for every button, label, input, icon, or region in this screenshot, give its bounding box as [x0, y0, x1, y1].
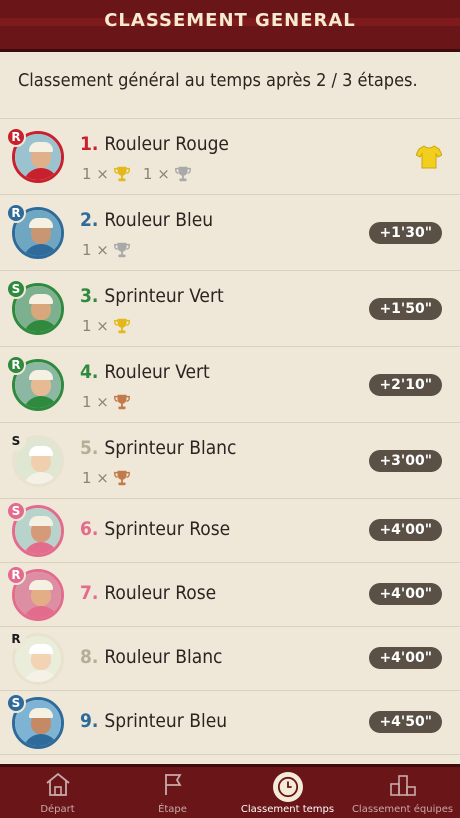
rider-type-badge: S	[6, 693, 26, 713]
trophy-list: 1 ×	[82, 469, 131, 487]
silver-trophy-icon	[113, 242, 130, 258]
tab-label: Classement équipes	[351, 804, 454, 815]
podium-icon	[389, 771, 417, 804]
trophy-count: 1 ×	[82, 317, 131, 335]
rider-type-badge: R	[6, 565, 26, 585]
rider-name: Rouleur Rose	[104, 582, 217, 604]
rider-rank-name: 3. Sprinteur Vert	[80, 285, 224, 307]
ranking-row[interactable]: R 1. Rouleur Rouge 1 × 1 ×	[0, 119, 460, 195]
rider-type-badge: R	[6, 629, 26, 649]
trophy-count-label: 1 ×	[82, 469, 109, 487]
rider-rank-name: 8. Rouleur Blanc	[80, 646, 222, 668]
rank-number: 5.	[80, 437, 99, 459]
tab-flag[interactable]: Étape	[115, 767, 230, 818]
rider-name: Rouleur Rouge	[104, 133, 229, 155]
rider-name: Sprinteur Blanc	[104, 437, 237, 459]
rank-number: 2.	[80, 209, 99, 231]
rider-name: Sprinteur Rose	[104, 518, 231, 540]
page-title: CLASSEMENT GENERAL	[104, 10, 356, 31]
rank-number: 4.	[80, 361, 99, 383]
ranking-subtitle: Classement général au temps après 2 / 3 …	[18, 70, 418, 91]
ranking-row[interactable]: R 2. Rouleur Bleu 1 × +1'30"	[0, 195, 460, 271]
rank-number: 8.	[80, 646, 99, 668]
time-gap-badge: +1'30"	[369, 222, 442, 244]
rider-name: Rouleur Vert	[104, 361, 210, 383]
trophy-count: 1 ×	[82, 165, 131, 183]
rank-number: 1.	[80, 133, 99, 155]
time-gap-badge: +2'10"	[369, 374, 442, 396]
rank-number: 7.	[80, 582, 99, 604]
time-gap-badge: +3'00"	[369, 450, 442, 472]
rider-type-badge: R	[6, 203, 26, 223]
gold-trophy-icon	[113, 318, 130, 334]
trophy-count-label: 1 ×	[82, 393, 109, 411]
ranking-row[interactable]: R 4. Rouleur Vert 1 × +2'10"	[0, 347, 460, 423]
rider-type-badge: S	[6, 279, 26, 299]
trophy-count-label: 1 ×	[82, 317, 109, 335]
rider-name: Rouleur Blanc	[104, 646, 223, 668]
time-gap-badge: +4'00"	[369, 583, 442, 605]
tab-bar: Départ Étape Classement temps Classement éq…	[0, 764, 460, 818]
ranking-row[interactable]: S 9. Sprinteur Bleu +4'50"	[0, 691, 460, 755]
time-gap-badge: +4'50"	[369, 711, 442, 733]
rank-number: 9.	[80, 710, 99, 732]
trophy-count-label: 1 ×	[82, 165, 109, 183]
trophy-count: 1 ×	[143, 165, 192, 183]
ranking-row[interactable]: R 7. Rouleur Rose +4'00"	[0, 563, 460, 627]
trophy-count-label: 1 ×	[82, 241, 109, 259]
rider-name: Sprinteur Vert	[104, 285, 224, 307]
yellow-jersey-icon	[416, 145, 442, 169]
time-gap-badge: +4'00"	[369, 519, 442, 541]
rider-rank-name: 2. Rouleur Bleu	[80, 209, 213, 231]
home-icon	[44, 771, 72, 804]
trophy-list: 1 ×	[82, 241, 131, 259]
rider-rank-name: 4. Rouleur Vert	[80, 361, 210, 383]
bronze-trophy-icon	[113, 394, 130, 410]
bronze-trophy-icon	[113, 470, 130, 486]
rider-rank-name: 1. Rouleur Rouge	[80, 133, 229, 155]
rider-rank-name: 9. Sprinteur Bleu	[80, 710, 227, 732]
trophy-count: 1 ×	[82, 393, 131, 411]
header-bar: CLASSEMENT GENERAL	[0, 0, 460, 52]
time-gap-badge: +4'00"	[369, 647, 442, 669]
ranking-row[interactable]: S 6. Sprinteur Rose +4'00"	[0, 499, 460, 563]
rider-name: Rouleur Bleu	[104, 209, 214, 231]
rank-number: 6.	[80, 518, 99, 540]
rider-type-badge: R	[6, 355, 26, 375]
ranking-row[interactable]: R 8. Rouleur Blanc +4'00"	[0, 627, 460, 691]
tab-label: Classement temps	[240, 804, 335, 815]
flag-icon	[159, 771, 187, 804]
tab-home[interactable]: Départ	[0, 767, 115, 818]
tab-label: Départ	[40, 804, 75, 815]
trophy-list: 1 ×	[82, 317, 131, 335]
tab-label: Étape	[158, 804, 187, 815]
trophy-list: 1 × 1 ×	[82, 165, 192, 183]
ranking-row[interactable]: S 3. Sprinteur Vert 1 × +1'50"	[0, 271, 460, 347]
ranking-row[interactable]: S 5. Sprinteur Blanc 1 × +3'00"	[0, 423, 460, 499]
clock-icon	[272, 772, 303, 802]
rider-rank-name: 6. Sprinteur Rose	[80, 518, 230, 540]
trophy-list: 1 ×	[82, 393, 131, 411]
time-gap-badge: +1'50"	[369, 298, 442, 320]
gold-trophy-icon	[113, 166, 130, 182]
tab-clock[interactable]: Classement temps	[230, 767, 345, 818]
silver-trophy-icon	[174, 166, 191, 182]
rider-rank-name: 5. Sprinteur Blanc	[80, 437, 236, 459]
rank-number: 3.	[80, 285, 99, 307]
rider-name: Sprinteur Bleu	[104, 710, 228, 732]
trophy-count-label: 1 ×	[142, 165, 170, 183]
tab-podium[interactable]: Classement équipes	[345, 767, 460, 818]
rider-type-badge: R	[6, 127, 26, 147]
trophy-count: 1 ×	[82, 469, 131, 487]
ranking-list[interactable]: R 1. Rouleur Rouge 1 × 1 × R 2. Rouleur Bl…	[0, 118, 460, 764]
rider-type-badge: S	[6, 501, 26, 521]
rider-rank-name: 7. Rouleur Rose	[80, 582, 216, 604]
trophy-count: 1 ×	[82, 241, 131, 259]
rider-type-badge: S	[6, 431, 26, 451]
